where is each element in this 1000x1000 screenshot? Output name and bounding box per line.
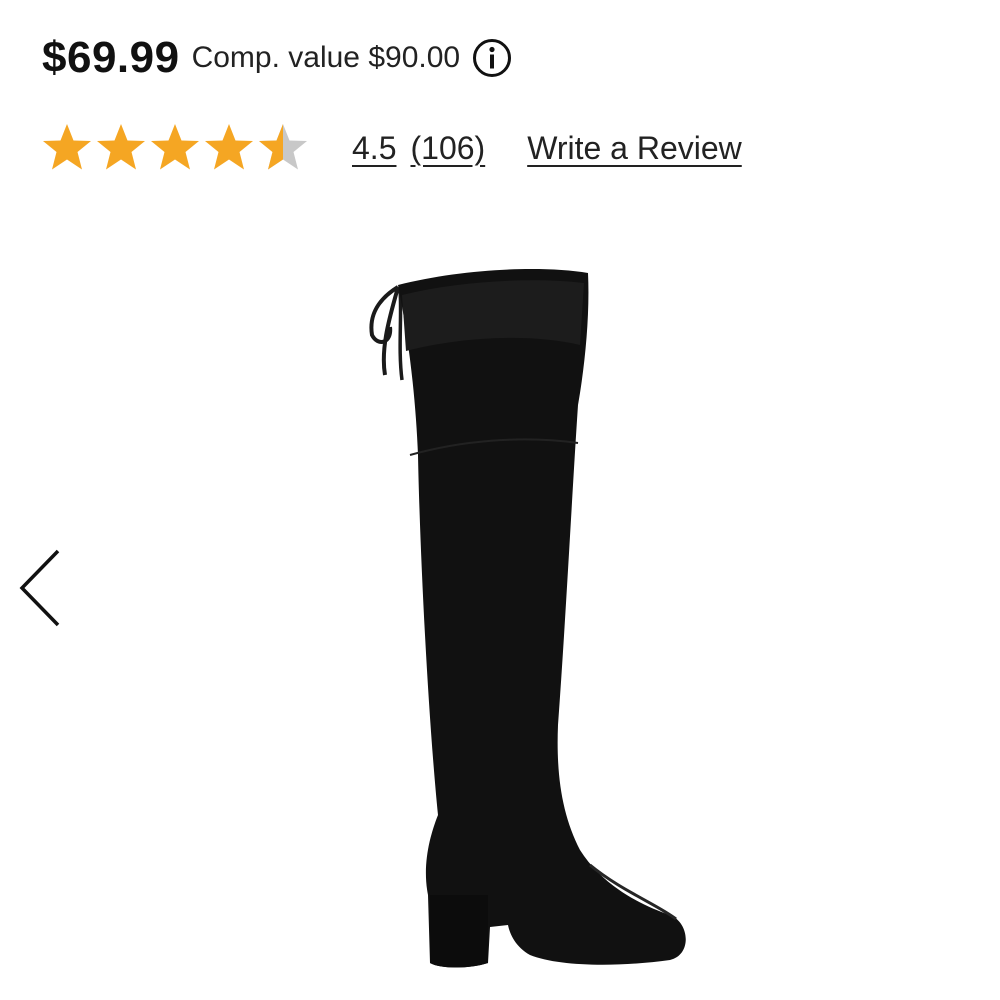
star-icon — [97, 124, 145, 170]
rating-value-link[interactable]: 4.5 — [352, 130, 396, 167]
star-icon — [205, 124, 253, 170]
comp-value: Comp. value $90.00 — [191, 41, 461, 74]
info-icon[interactable] — [472, 38, 512, 78]
boot-image — [340, 255, 710, 975]
rating-row: 4.5 (106) Write a Review — [40, 118, 742, 178]
price-row: $69.99 Comp. value $90.00 — [42, 28, 512, 88]
half-star-icon — [259, 124, 307, 170]
star-rating — [40, 121, 310, 175]
product-price: $69.99 — [42, 33, 180, 82]
write-review-link[interactable]: Write a Review — [527, 130, 742, 167]
star-icon — [43, 124, 91, 170]
star-fill — [43, 124, 91, 170]
review-count-link[interactable]: (106) — [410, 130, 485, 167]
star-icon — [151, 124, 199, 170]
chevron-left-icon[interactable] — [14, 545, 70, 631]
